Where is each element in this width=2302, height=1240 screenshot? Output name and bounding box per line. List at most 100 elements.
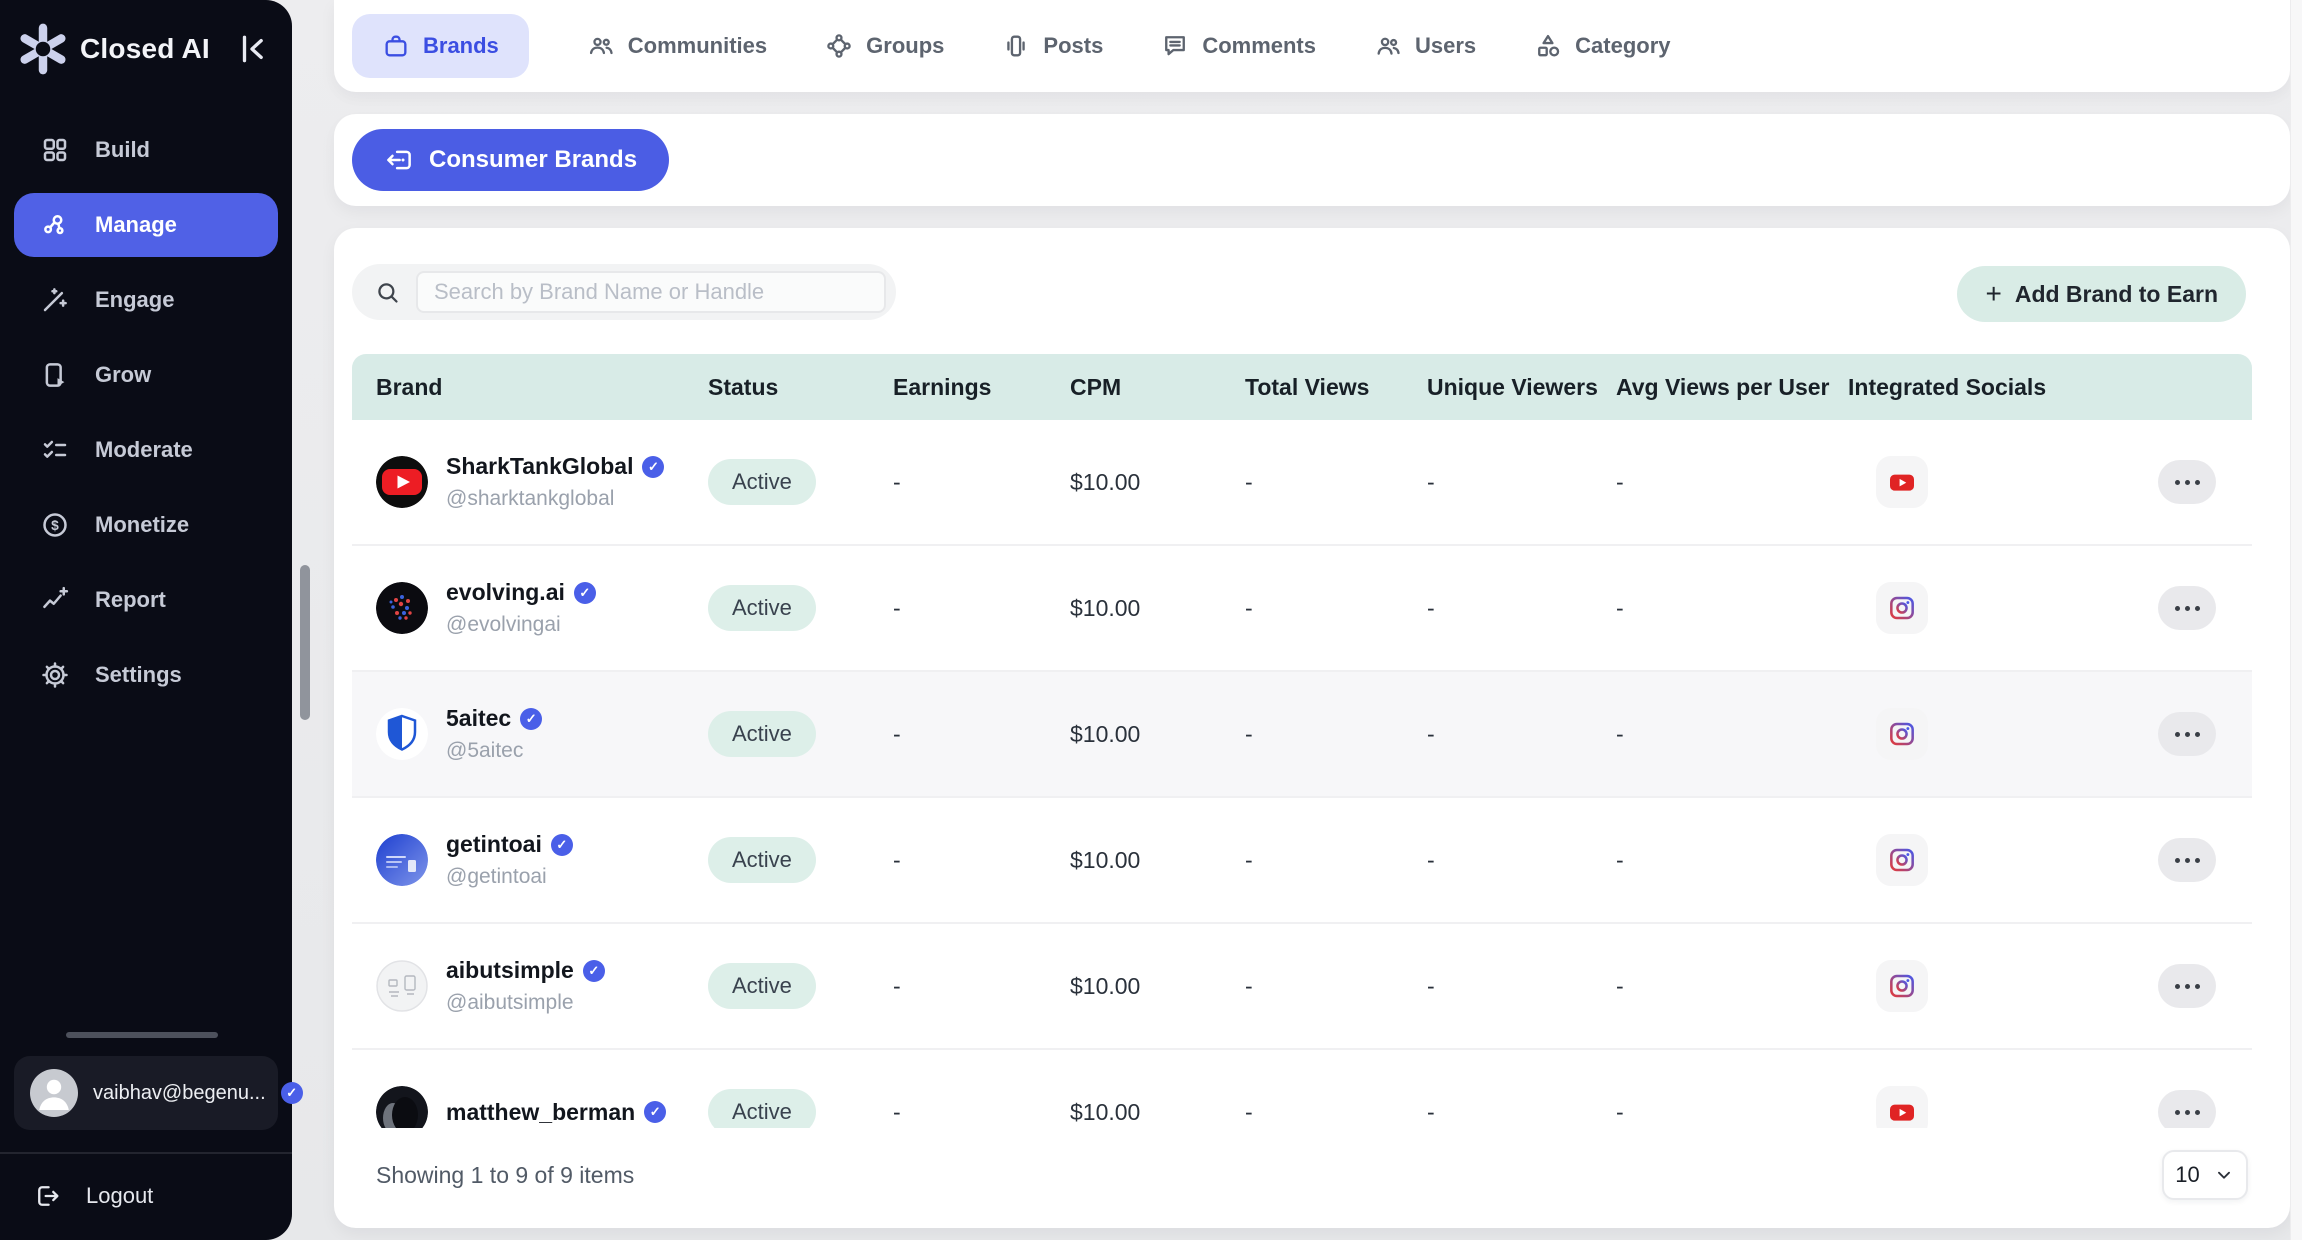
filter-card: Consumer Brands (334, 114, 2290, 206)
sidebar-item-label: Settings (95, 662, 182, 688)
shield-avatar (376, 708, 428, 760)
sidebar-item-grow[interactable]: Grow (14, 343, 278, 407)
search-icon (374, 279, 401, 306)
add-brand-label: Add Brand to Earn (2015, 281, 2218, 308)
column-header: Avg Views per User (1616, 374, 1848, 401)
earnings-value: - (893, 1099, 1070, 1126)
tab-users[interactable]: Users (1374, 14, 1476, 78)
search-input[interactable] (416, 271, 886, 313)
logo-row: Closed AI (0, 0, 292, 78)
cpm-value: $10.00 (1070, 721, 1245, 748)
tab-posts[interactable]: Posts (1002, 14, 1103, 78)
instagram-icon (1886, 718, 1918, 750)
verified-badge-icon: ✓ (551, 834, 573, 856)
sidebar-item-settings[interactable]: Settings (14, 643, 278, 707)
plus-icon: + (1985, 280, 2001, 308)
status-badge: Active (708, 711, 816, 757)
row-menu-button[interactable] (2158, 838, 2216, 882)
row-menu-button[interactable] (2158, 712, 2216, 756)
row-menu-button[interactable] (2158, 1090, 2216, 1128)
verified-badge-icon: ✓ (583, 960, 605, 982)
tab-label: Comments (1202, 33, 1316, 59)
total-views-value: - (1245, 595, 1427, 622)
total-views-value: - (1245, 1099, 1427, 1126)
brands-table: BrandStatusEarningsCPMTotal ViewsUnique … (352, 354, 2252, 1128)
people-group-icon (587, 32, 615, 60)
grid-icon (40, 135, 70, 165)
sidebar-item-label: Engage (95, 287, 174, 313)
table-row[interactable]: SharkTankGlobal ✓ @sharktankglobal Activ… (352, 420, 2252, 546)
table-row[interactable]: getintoai ✓ @getintoai Active - $10.00 -… (352, 798, 2252, 924)
sidebar-item-manage[interactable]: Manage (14, 193, 278, 257)
row-menu-button[interactable] (2158, 964, 2216, 1008)
page-scrollbar[interactable] (2290, 0, 2302, 1240)
tab-brands[interactable]: Brands (352, 14, 529, 78)
sidebar-item-monetize[interactable]: $ Monetize (14, 493, 278, 557)
tab-label: Communities (628, 33, 767, 59)
verified-badge-icon: ✓ (644, 1101, 666, 1123)
brand-handle: @aibutsimple (446, 991, 605, 1015)
cpm-value: $10.00 (1070, 1099, 1245, 1126)
tab-label: Posts (1043, 33, 1103, 59)
table-row[interactable]: aibutsimple ✓ @aibutsimple Active - $10.… (352, 924, 2252, 1050)
page-size-dropdown[interactable]: 10 (2162, 1150, 2248, 1200)
instagram-icon (1886, 970, 1918, 1002)
consumer-brands-button[interactable]: Consumer Brands (352, 129, 669, 191)
logout-button[interactable]: Logout (0, 1154, 292, 1240)
brand-name: 5aitec (446, 705, 511, 732)
tab-label: Brands (423, 33, 499, 59)
sidebar-item-label: Report (95, 587, 166, 613)
page-size-value: 10 (2175, 1162, 2199, 1188)
unique-viewers-value: - (1427, 595, 1616, 622)
sidebar-item-moderate[interactable]: Moderate (14, 418, 278, 482)
tab-communities[interactable]: Communities (587, 14, 767, 78)
logout-icon (34, 1182, 62, 1210)
column-header: Earnings (893, 374, 1070, 401)
tab-groups[interactable]: Groups (825, 14, 944, 78)
brand-name: getintoai (446, 831, 542, 858)
wand-icon (40, 285, 70, 315)
status-badge: Active (708, 459, 816, 505)
tab-comments[interactable]: Comments (1161, 14, 1316, 78)
user-card[interactable]: vaibhav@begenu... ✓ (14, 1056, 278, 1130)
briefcase-icon (382, 32, 410, 60)
sidebar-item-label: Build (95, 137, 150, 163)
darkportrait-avatar (376, 1086, 428, 1128)
cpm-value: $10.00 (1070, 469, 1245, 496)
sidebar-item-build[interactable]: Build (14, 118, 278, 182)
sidebar-item-report[interactable]: Report (14, 568, 278, 632)
cpm-value: $10.00 (1070, 847, 1245, 874)
column-header: Unique Viewers (1427, 374, 1616, 401)
social-chip (1876, 582, 1928, 634)
sidebar-drag-handle[interactable] (66, 1032, 218, 1038)
table-row[interactable]: 5aitec ✓ @5aitec Active - $10.00 - - - (352, 672, 2252, 798)
unique-viewers-value: - (1427, 847, 1616, 874)
status-badge: Active (708, 963, 816, 1009)
tab-label: Users (1415, 33, 1476, 59)
collapse-sidebar-button[interactable] (232, 29, 272, 69)
device-play-icon (40, 360, 70, 390)
tab-category[interactable]: Category (1534, 14, 1670, 78)
wallet-arrow-icon (384, 145, 414, 175)
table-row[interactable]: evolving.ai ✓ @evolvingai Active - $10.0… (352, 546, 2252, 672)
logout-label: Logout (86, 1183, 153, 1209)
chart-line-icon (40, 585, 70, 615)
users-icon (1374, 32, 1402, 60)
row-menu-button[interactable] (2158, 586, 2216, 630)
cpm-value: $10.00 (1070, 973, 1245, 1000)
row-menu-button[interactable] (2158, 460, 2216, 504)
shapes-icon (1534, 32, 1562, 60)
brand-name: evolving.ai (446, 579, 565, 606)
svg-text:$: $ (51, 518, 59, 533)
sidebar-scrollbar[interactable] (300, 565, 310, 720)
table-body: SharkTankGlobal ✓ @sharktankglobal Activ… (352, 420, 2252, 1128)
sidebar-bottom: vaibhav@begenu... ✓ Logout (0, 1032, 292, 1240)
sidebar-item-engage[interactable]: Engage (14, 268, 278, 332)
sidebar-nav: Build Manage Engage Grow Moderate $ Mone… (14, 118, 278, 718)
avg-views-value: - (1616, 847, 1848, 874)
gear-icon (40, 660, 70, 690)
add-brand-button[interactable]: + Add Brand to Earn (1957, 266, 2246, 322)
search-bar (352, 264, 896, 320)
table-row[interactable]: matthew_berman ✓ Active - $10.00 - - - (352, 1050, 2252, 1128)
earnings-value: - (893, 847, 1070, 874)
